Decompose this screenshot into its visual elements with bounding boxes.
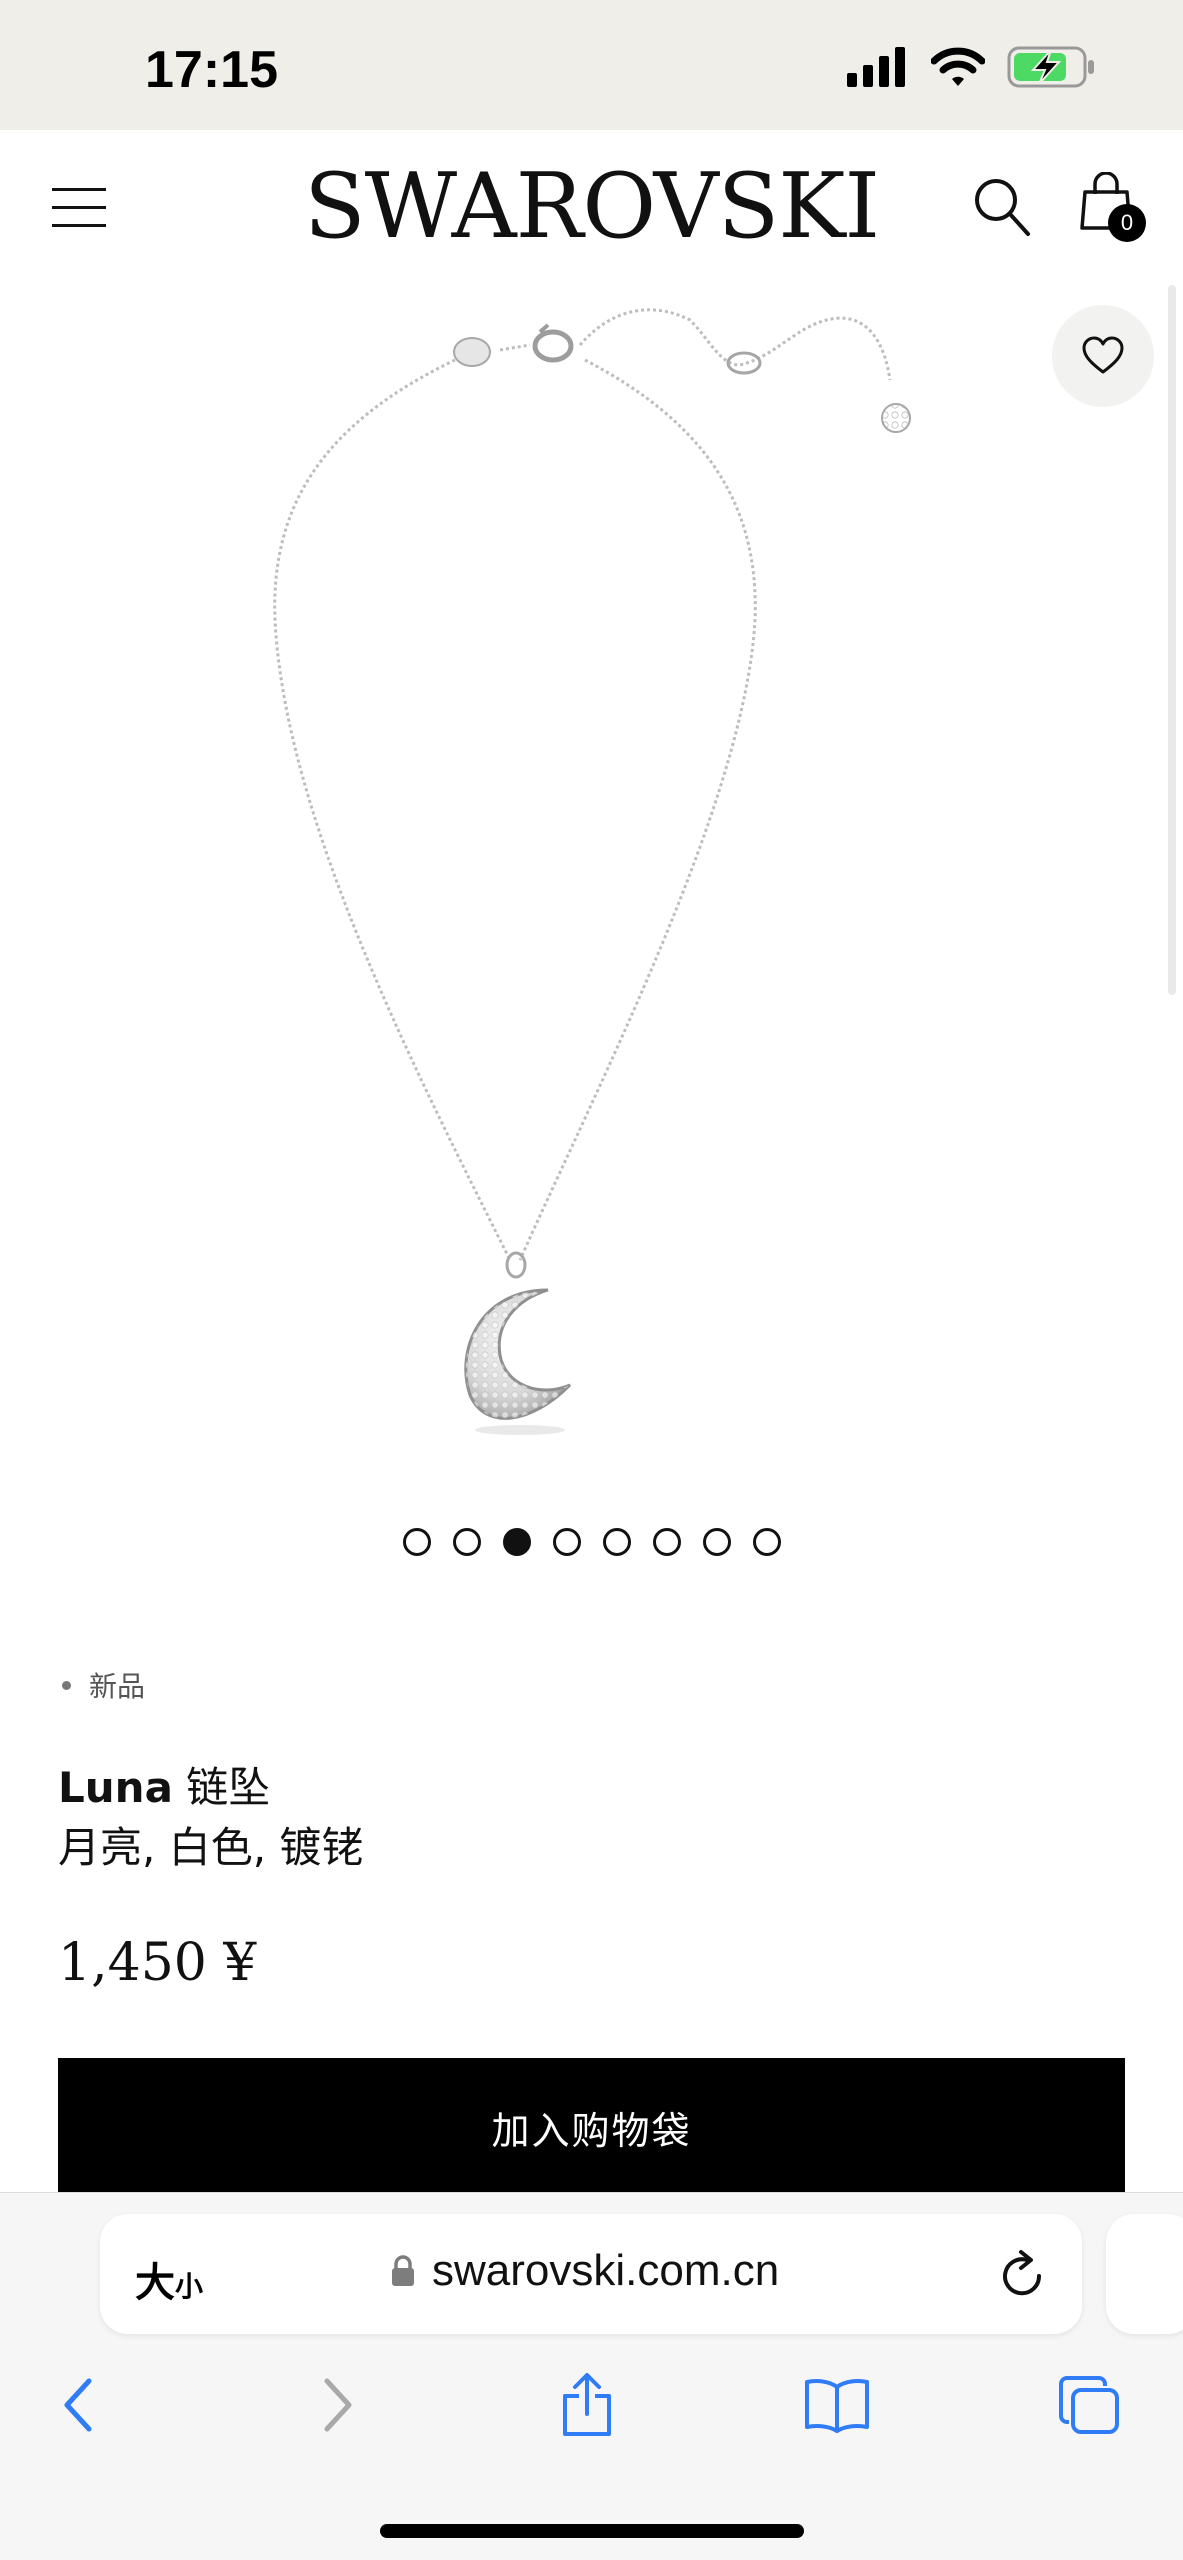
shopping-bag-button[interactable]: 0 [1080, 171, 1146, 242]
tabs-icon [1059, 2376, 1119, 2434]
lock-icon [392, 2255, 414, 2286]
text-size-button[interactable]: 大小 [135, 2250, 203, 2308]
share-button[interactable] [552, 2370, 622, 2440]
text-size-small-label: 小 [175, 2270, 204, 2303]
share-icon [563, 2373, 611, 2436]
product-image[interactable] [0, 280, 1183, 1480]
necklace-image [273, 308, 911, 1435]
url-text: swarovski.com.cn [432, 2246, 780, 2295]
product-title: Luna 链坠 [58, 1758, 270, 1818]
status-time: 17:15 [145, 41, 278, 99]
gallery-dot-8[interactable] [752, 1528, 781, 1556]
chevron-left-icon [64, 2378, 92, 2432]
gallery-dot-4[interactable] [552, 1528, 581, 1556]
next-tab-peek[interactable] [1106, 2214, 1183, 2334]
product-category: 链坠 [186, 1763, 271, 1812]
bag-count-badge: 0 [1108, 204, 1146, 242]
reload-icon[interactable] [995, 2248, 1049, 2302]
product-name: Luna [58, 1763, 173, 1812]
wifi-icon [931, 47, 985, 86]
gallery-pagination [0, 1528, 1183, 1556]
status-bar: 17:15 [0, 0, 1183, 130]
add-to-bag-button[interactable]: 加入购物袋 [58, 2058, 1125, 2196]
back-button[interactable] [44, 2370, 114, 2440]
gallery-dot-5[interactable] [602, 1528, 631, 1556]
text-size-big-label: 大 [135, 2260, 175, 2306]
home-indicator [380, 2524, 804, 2538]
gallery-dot-2[interactable] [452, 1528, 481, 1556]
gallery-dot-7[interactable] [702, 1528, 731, 1556]
chevron-right-icon [324, 2378, 352, 2432]
bullet-icon [62, 1680, 71, 1690]
gallery-dot-3[interactable] [502, 1528, 531, 1556]
tabs-button[interactable] [1054, 2370, 1124, 2440]
status-icons [847, 46, 1097, 88]
site-header: SWAROVSKI 0 [0, 130, 1183, 280]
search-icon[interactable] [972, 174, 1032, 238]
product-variant: 月亮, 白色, 镀铑 [58, 1823, 364, 1872]
heart-icon [1082, 336, 1124, 374]
wishlist-button[interactable] [1052, 305, 1154, 407]
forward-button[interactable] [302, 2370, 372, 2440]
battery-charging-icon [1007, 46, 1094, 88]
cellular-signal-icon [847, 47, 905, 87]
gallery-dot-6[interactable] [652, 1528, 681, 1556]
url-display[interactable]: swarovski.com.cn [390, 2246, 779, 2296]
new-badge: 新品 [62, 1665, 145, 1705]
scroll-indicator[interactable] [1168, 285, 1176, 995]
bookmarks-button[interactable] [802, 2370, 872, 2440]
gallery-dot-1[interactable] [402, 1528, 431, 1556]
new-badge-label: 新品 [89, 1670, 146, 1703]
product-price: 1,450 ¥ [58, 1933, 257, 1993]
book-icon [805, 2379, 869, 2433]
